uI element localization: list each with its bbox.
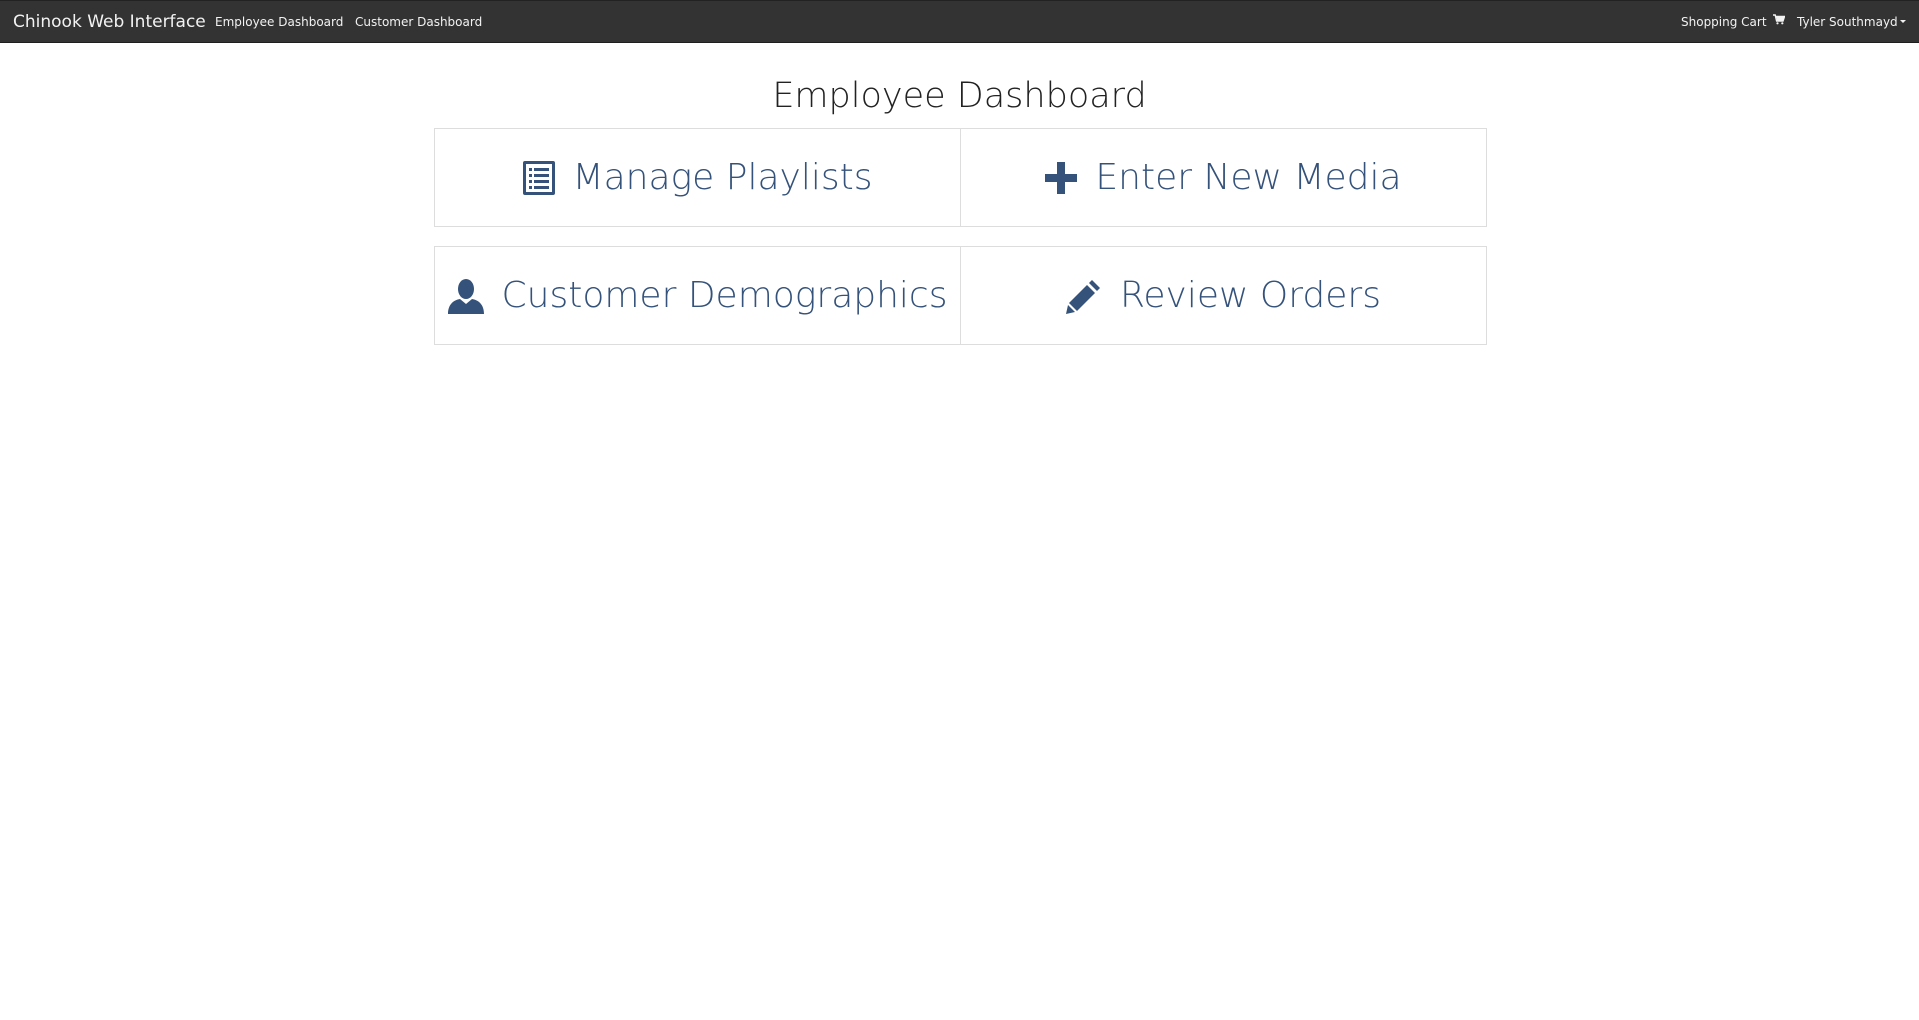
- customer-demographics-tile[interactable]: Customer Demographics: [434, 246, 961, 345]
- nav-shopping-cart[interactable]: Shopping Cart: [1681, 0, 1786, 44]
- caret-down-icon: [1899, 20, 1906, 23]
- pencil-icon: [1066, 278, 1102, 314]
- nav-customer-dashboard[interactable]: Customer Dashboard: [355, 1, 482, 44]
- manage-playlists-tile[interactable]: Manage Playlists: [434, 128, 961, 227]
- enter-new-media-label: Enter New Media: [1095, 156, 1402, 198]
- plus-icon: [1045, 161, 1078, 194]
- list-alt-icon: [522, 160, 555, 195]
- user-icon: [447, 278, 484, 314]
- page-title: Employee Dashboard: [772, 76, 1147, 116]
- shopping-cart-icon: [1773, 0, 1786, 43]
- dashboard-tiles: Manage Playlists Enter New Media Custome…: [434, 128, 1488, 346]
- enter-new-media-tile[interactable]: Enter New Media: [960, 128, 1487, 227]
- manage-playlists-label: Manage Playlists: [572, 156, 873, 198]
- brand-link[interactable]: Chinook Web Interface: [13, 1, 206, 44]
- nav-user-menu[interactable]: Tyler Southmayd: [1797, 1, 1906, 44]
- review-orders-tile[interactable]: Review Orders: [960, 246, 1487, 345]
- user-name-label: Tyler Southmayd: [1797, 15, 1898, 29]
- customer-demographics-label: Customer Demographics: [501, 274, 948, 316]
- review-orders-label: Review Orders: [1120, 274, 1381, 316]
- top-navbar: Chinook Web Interface Employee Dashboard…: [0, 0, 1919, 43]
- shopping-cart-label: Shopping Cart: [1681, 15, 1767, 29]
- nav-employee-dashboard[interactable]: Employee Dashboard: [215, 1, 343, 44]
